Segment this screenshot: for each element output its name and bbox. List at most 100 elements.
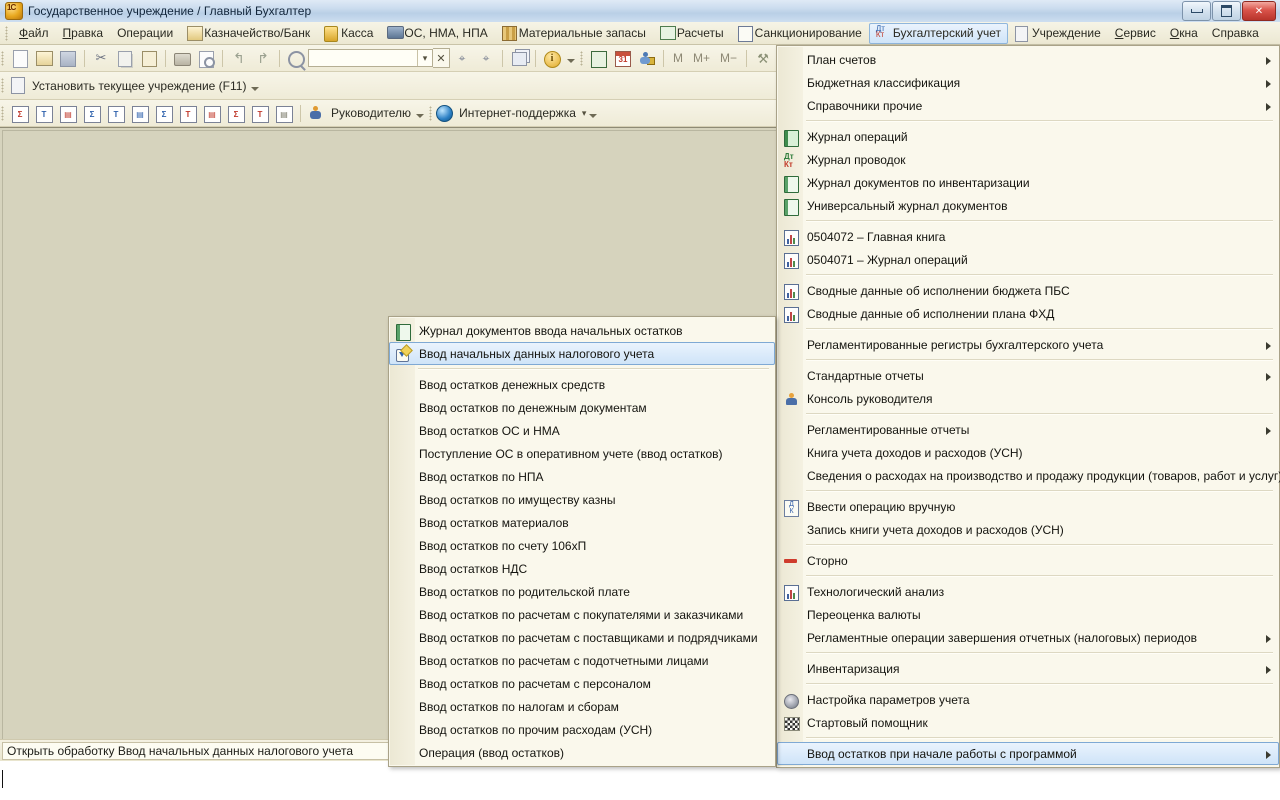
open-document-button[interactable] — [33, 47, 55, 69]
menu-item[interactable]: Операция (ввод остатков) — [389, 741, 775, 764]
menu-item[interactable]: Ввод остатков денежных средств — [389, 373, 775, 396]
director-dropdown-icon[interactable] — [416, 114, 424, 118]
clear-search-button[interactable]: ✕ — [433, 48, 450, 68]
report-chess-sheet-button[interactable]: Σ — [225, 102, 247, 124]
report-turnover-balance-button[interactable]: Σ — [9, 102, 31, 124]
save-document-button[interactable] — [57, 47, 79, 69]
menu-bar-grip[interactable] — [5, 26, 8, 41]
director-menu-button[interactable]: Руководителю — [305, 106, 413, 120]
minimize-button[interactable] — [1182, 1, 1211, 21]
menubar-item-4[interactable]: Касса — [317, 23, 380, 44]
close-button[interactable]: ✕ — [1242, 1, 1276, 21]
internet-support-button[interactable]: Интернет-поддержка ▾ — [436, 105, 586, 122]
menubar-item-7[interactable]: Расчеты — [653, 23, 731, 44]
report-card-subconto-button[interactable]: Σ — [153, 102, 175, 124]
menu-item[interactable]: Универсальный журнал документов — [777, 194, 1279, 217]
print-preview-button[interactable] — [195, 47, 217, 69]
menu-item[interactable]: Сведения о расходах на производство и пр… — [777, 464, 1279, 487]
menu-item[interactable]: Журнал документов ввода начальных остатк… — [389, 319, 775, 342]
menu-item[interactable]: Инвентаризация — [777, 657, 1279, 680]
windows-list-button[interactable] — [508, 47, 530, 69]
find-next-button[interactable]: ⌖ — [451, 47, 473, 69]
calendar-button[interactable]: 31 — [612, 47, 634, 69]
menu-item[interactable]: Бюджетная классификация — [777, 71, 1279, 94]
redo-button[interactable]: ↱ — [252, 47, 274, 69]
institution-dropdown-icon[interactable] — [251, 87, 259, 91]
menu-item[interactable]: 0504071 – Журнал операций — [777, 248, 1279, 271]
active-users-button[interactable] — [636, 47, 658, 69]
menu-item[interactable]: Ввод остатков ОС и НМА — [389, 419, 775, 442]
reports-toolbar-grip[interactable] — [1, 106, 4, 121]
memory-add-button[interactable]: M+ — [688, 51, 715, 65]
report-turnover-account-button[interactable]: T — [33, 102, 55, 124]
paste-button[interactable] — [138, 47, 160, 69]
menubar-item-5[interactable]: ОС, НМА, НПА — [380, 23, 494, 44]
menu-item[interactable]: Ввод остатков по расчетам с персоналом — [389, 672, 775, 695]
menubar-item-10[interactable]: Учреждение — [1008, 23, 1108, 44]
menu-item[interactable]: Консоль руководителя — [777, 387, 1279, 410]
toolbar-grip[interactable] — [429, 106, 432, 121]
menu-item[interactable]: Запись книги учета доходов и расходов (У… — [777, 518, 1279, 541]
menubar-item-8[interactable]: Санкционирование — [731, 23, 869, 44]
set-current-institution-button[interactable]: Установить текущее учреждение (F11) — [8, 77, 248, 94]
menu-item[interactable]: Книга учета доходов и расходов (УСН) — [777, 441, 1279, 464]
menu-item[interactable]: Ввод начальных данных налогового учета — [389, 342, 775, 365]
menu-item[interactable]: Ввод остатков материалов — [389, 511, 775, 534]
menubar-item-11[interactable]: Сервис — [1108, 23, 1163, 44]
menu-item[interactable]: Ввод остатков по счету 106хП — [389, 534, 775, 557]
menubar-item-9[interactable]: ДтКтБухгалтерский учет — [869, 23, 1008, 44]
copy-button[interactable] — [114, 47, 136, 69]
calculator-button[interactable] — [588, 47, 610, 69]
memory-recall-button[interactable]: M — [668, 51, 688, 65]
report-journal-order-button[interactable]: T — [177, 102, 199, 124]
menu-item[interactable]: Настройка параметров учета — [777, 688, 1279, 711]
menu-item[interactable]: Регламентные операции завершения отчетны… — [777, 626, 1279, 649]
menu-item[interactable]: Стандартные отчеты — [777, 364, 1279, 387]
undo-button[interactable]: ↰ — [228, 47, 250, 69]
report-subconto-analysis-button[interactable]: Σ — [81, 102, 103, 124]
menu-item[interactable]: Ввод остатков по прочим расходам (УСН) — [389, 718, 775, 741]
menubar-item-12[interactable]: Окна — [1163, 23, 1205, 44]
menu-item[interactable]: Ввод остатков по родительской плате — [389, 580, 775, 603]
memory-subtract-button[interactable]: M− — [715, 51, 742, 65]
menu-item[interactable]: Ввод остатков НДС — [389, 557, 775, 580]
menu-item[interactable]: Ввод остатков по имуществу казны — [389, 488, 775, 511]
menu-item[interactable]: Технологический анализ — [777, 580, 1279, 603]
menu-item[interactable]: Стартовый помощник — [777, 711, 1279, 734]
menubar-item-6[interactable]: Материальные запасы — [495, 23, 653, 44]
about-button[interactable]: i — [541, 47, 563, 69]
search-icon[interactable] — [285, 47, 307, 69]
settings-button[interactable]: ⚒ — [752, 47, 774, 69]
report-card-account-button[interactable]: ▤ — [129, 102, 151, 124]
menu-item[interactable]: Ввод остатков по денежным документам — [389, 396, 775, 419]
print-button[interactable] — [171, 47, 193, 69]
menu-item[interactable]: Журнал операций — [777, 125, 1279, 148]
menu-item[interactable]: Регламентированные регистры бухгалтерско… — [777, 333, 1279, 356]
menu-item[interactable]: Ввод остатков по расчетам с покупателями… — [389, 603, 775, 626]
toolbar-grip[interactable] — [580, 51, 583, 66]
menu-item[interactable]: План счетов — [777, 48, 1279, 71]
menubar-item-0[interactable]: Файл — [12, 23, 56, 44]
menu-item[interactable]: Журнал документов по инвентаризации — [777, 171, 1279, 194]
menu-item[interactable]: Сводные данные об исполнении бюджета ПБС — [777, 279, 1279, 302]
menu-item[interactable]: Ввод остатков по расчетам с поставщиками… — [389, 626, 775, 649]
menu-item[interactable]: Переоценка валюты — [777, 603, 1279, 626]
report-account-analysis-button[interactable]: ▤ — [57, 102, 79, 124]
menubar-item-3[interactable]: Казначейство/Банк — [180, 23, 317, 44]
menu-item[interactable]: Ввод остатков по НПА — [389, 465, 775, 488]
menu-item[interactable]: Справочники прочие — [777, 94, 1279, 117]
menu-item[interactable]: 0504072 – Главная книга — [777, 225, 1279, 248]
institution-toolbar-grip[interactable] — [1, 78, 4, 93]
menu-item[interactable]: Регламентированные отчеты — [777, 418, 1279, 441]
report-main-book-button[interactable]: T — [249, 102, 271, 124]
report-consolidated-postings-button[interactable]: ▤ — [201, 102, 223, 124]
menu-item[interactable]: ДтКтЖурнал проводок — [777, 148, 1279, 171]
restore-button[interactable] — [1212, 1, 1241, 21]
about-dropdown-icon[interactable] — [567, 59, 575, 63]
menu-item[interactable]: Ввод остатков по расчетам с подотчетными… — [389, 649, 775, 672]
menubar-item-13[interactable]: Справка — [1205, 23, 1266, 44]
menu-item[interactable]: Ввод остатков по налогам и сборам — [389, 695, 775, 718]
menu-item[interactable]: ДКВвести операцию вручную — [777, 495, 1279, 518]
report-matrix-button[interactable]: ▤ — [273, 102, 295, 124]
internet-support-arrow-icon[interactable]: ▾ — [582, 108, 587, 119]
